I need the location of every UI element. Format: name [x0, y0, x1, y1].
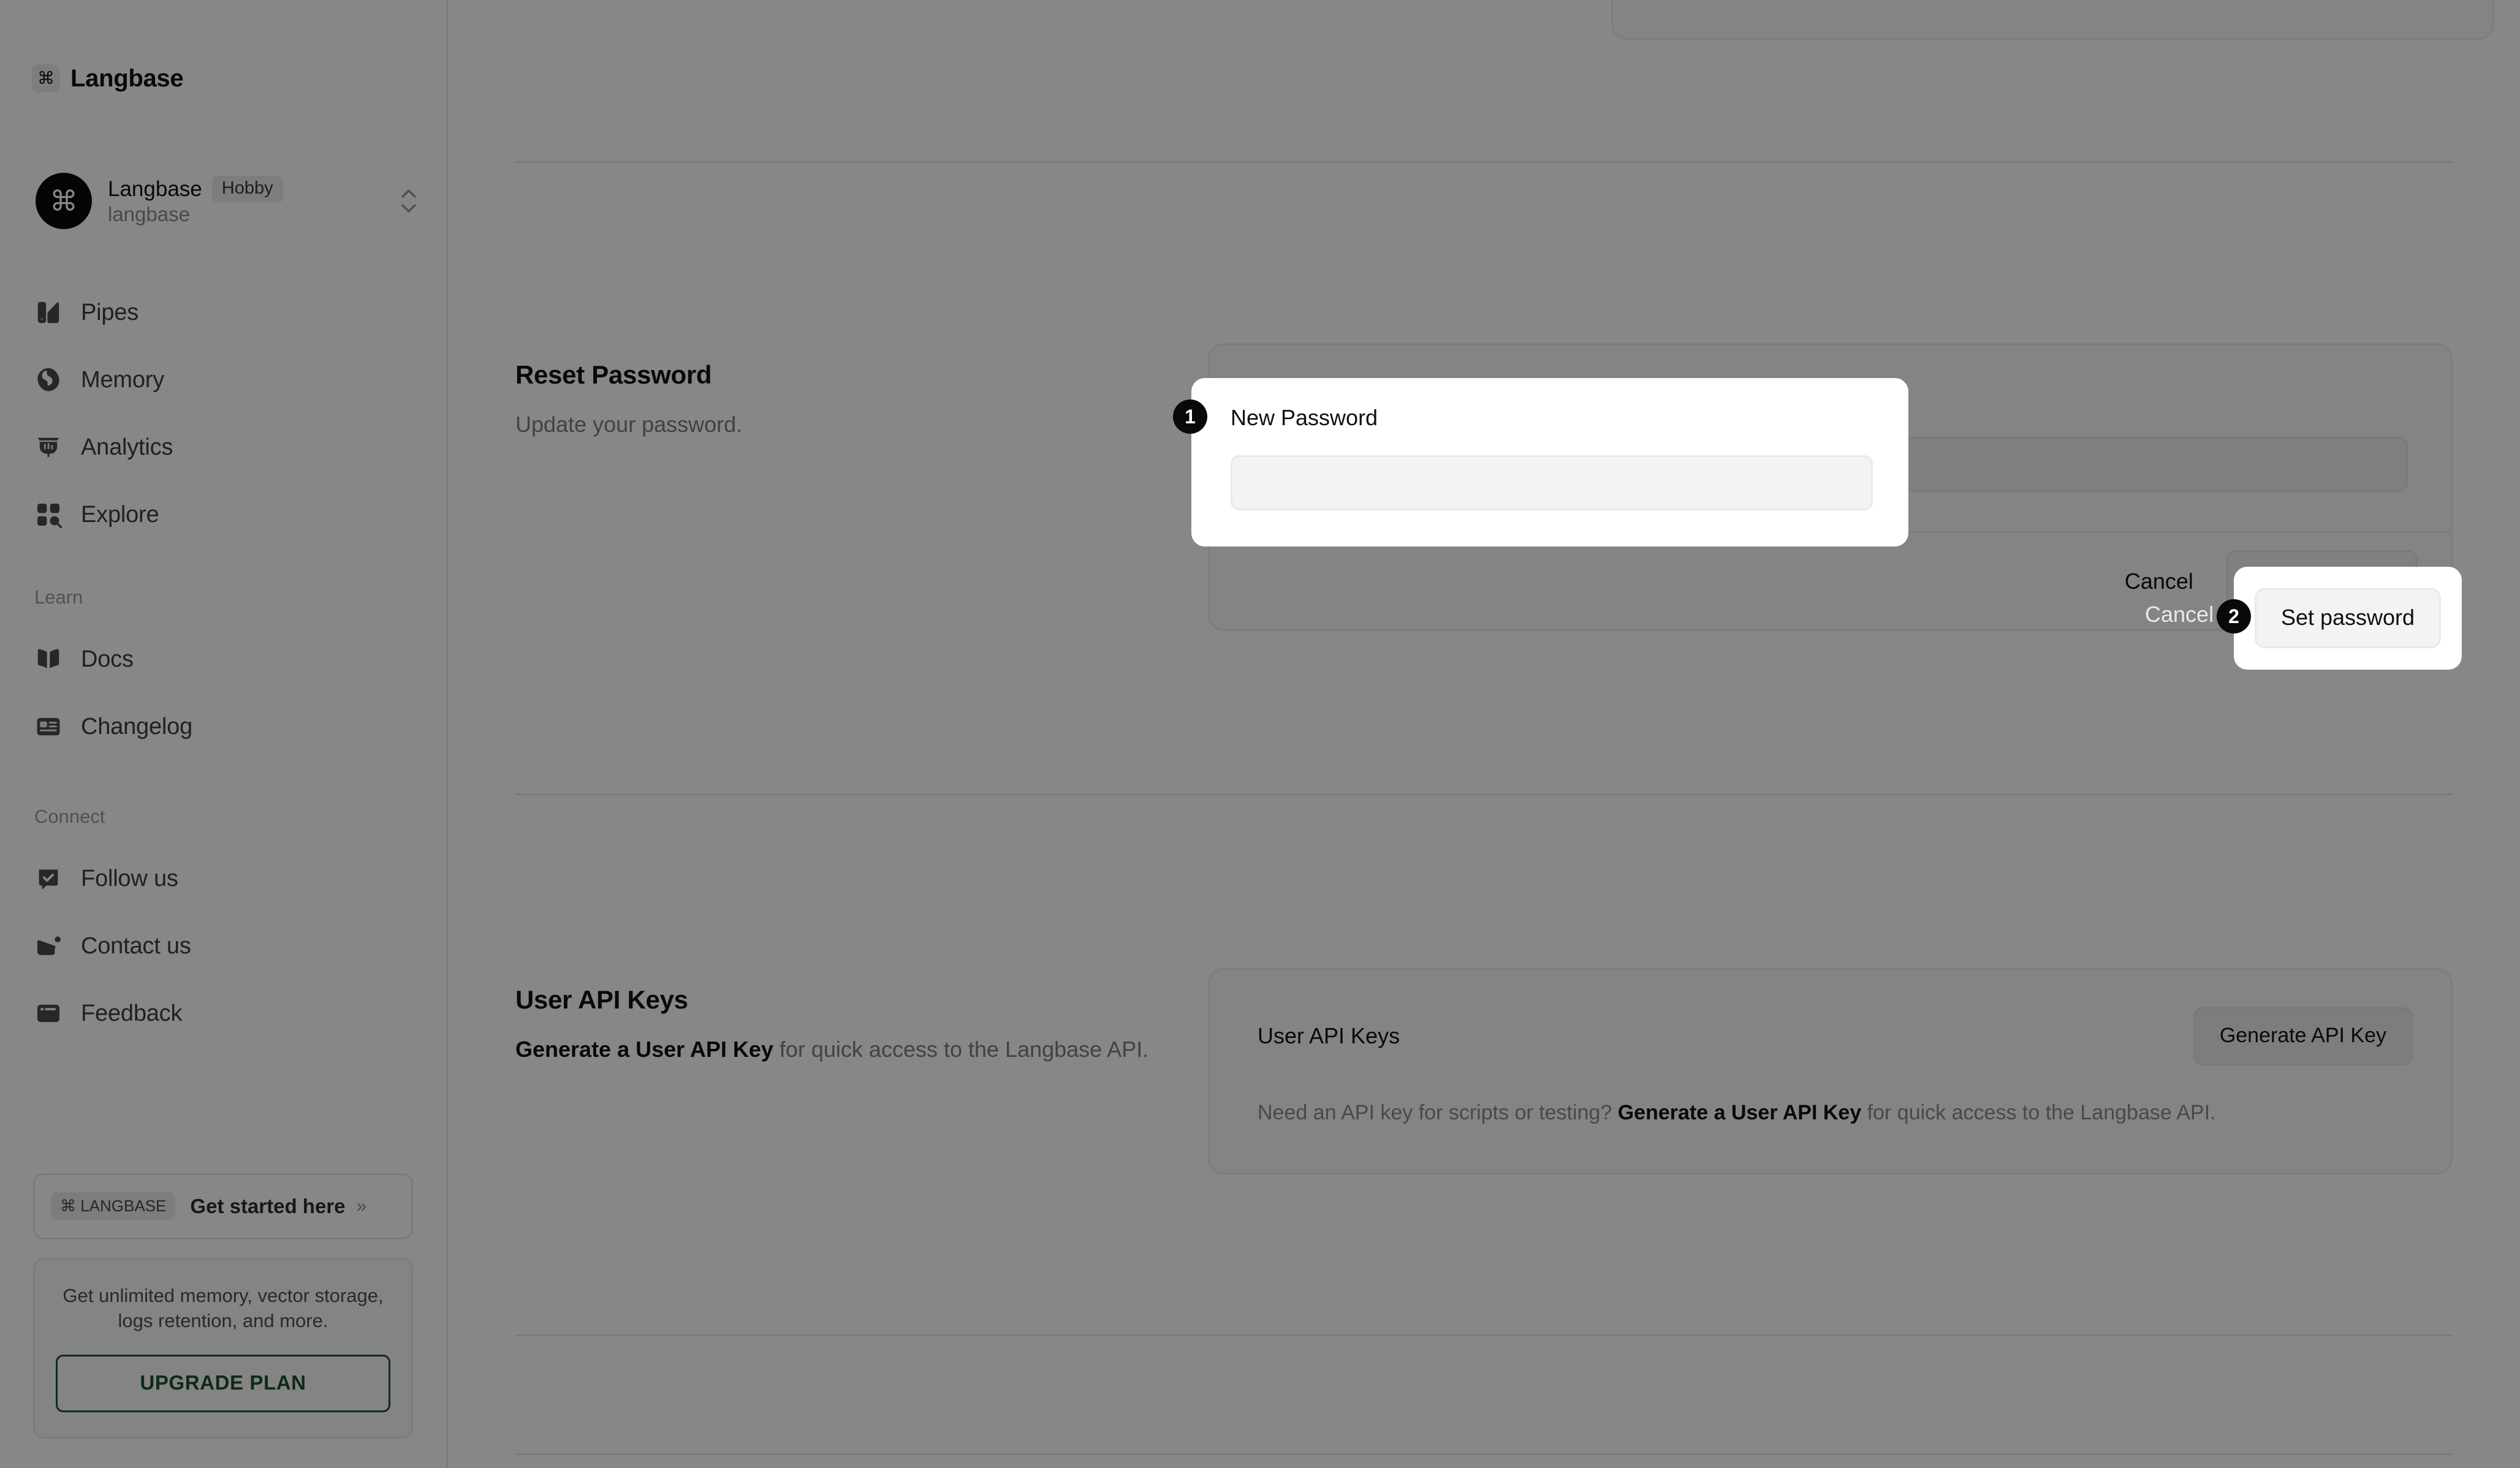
- sidebar-item-follow-us[interactable]: Follow us: [0, 845, 446, 912]
- note-prefix: Need an API key for scripts or testing?: [1258, 1101, 1618, 1124]
- sidebar-item-label: Explore: [81, 501, 159, 528]
- upgrade-card: Get unlimited memory, vector storage, lo…: [33, 1257, 413, 1439]
- sidebar-item-label: Feedback: [81, 1000, 183, 1026]
- sidebar-section-connect: Connect: [34, 806, 105, 827]
- brand-name: Langbase: [70, 64, 184, 92]
- sidebar-item-memory[interactable]: Memory: [0, 346, 446, 414]
- sidebar-item-label: Docs: [81, 646, 134, 672]
- section-divider: [515, 1334, 2453, 1336]
- sidebar-item-feedback[interactable]: Feedback: [0, 980, 446, 1047]
- sidebar-item-label: Changelog: [81, 713, 193, 740]
- user-api-keys-header: User API Keys Generate API Key: [1210, 970, 2451, 1068]
- user-api-keys-section: User API Keys Generate a User API Key fo…: [515, 968, 2453, 1175]
- sidebar-item-label: Pipes: [81, 299, 139, 325]
- avatar: ⌘: [36, 173, 92, 229]
- step-badge-2: 2: [2217, 599, 2251, 634]
- nav-primary: Pipes Memory Analytics Explore: [0, 279, 446, 548]
- reset-password-info: Reset Password Update your password.: [515, 343, 1208, 631]
- cancel-button[interactable]: Cancel: [2125, 569, 2193, 594]
- step-badge-1: 1: [1173, 399, 1207, 434]
- sidebar: ⌘ Langbase ⌘ Langbase Hobby langbase Pip…: [0, 0, 448, 1468]
- command-icon: ⌘: [32, 64, 60, 93]
- nav-learn: Docs Changelog: [0, 626, 446, 760]
- org-switcher[interactable]: ⌘ Langbase Hobby langbase: [0, 167, 446, 235]
- sidebar-item-pipes[interactable]: Pipes: [0, 279, 446, 346]
- main-content: Reset Password Update your password. New…: [448, 0, 2520, 1468]
- plan-badge: Hobby: [211, 176, 283, 203]
- user-api-keys-info: User API Keys Generate a User API Key fo…: [515, 968, 1208, 1175]
- brand[interactable]: ⌘ Langbase: [0, 60, 446, 97]
- sidebar-item-changelog[interactable]: Changelog: [0, 693, 446, 760]
- analytics-icon: [34, 433, 63, 461]
- highlight-set-password-button: Set password: [2234, 567, 2462, 670]
- org-name: Langbase: [108, 177, 202, 201]
- section-divider: [515, 793, 2453, 795]
- book-icon: [34, 645, 63, 673]
- user-api-keys-note: Need an API key for scripts or testing? …: [1210, 1068, 2451, 1173]
- sidebar-section-learn: Learn: [34, 586, 83, 608]
- sidebar-item-analytics[interactable]: Analytics: [0, 414, 446, 481]
- reset-password-description: Update your password.: [515, 412, 743, 437]
- section-divider: [515, 1453, 2453, 1455]
- sidebar-nav: Pipes Memory Analytics Explore Learn Doc…: [0, 279, 446, 1047]
- changelog-icon: [34, 713, 63, 741]
- panel-title: User API Keys: [1258, 1023, 1400, 1048]
- memory-icon: [34, 366, 63, 394]
- section-title: User API Keys: [515, 985, 688, 1014]
- get-started-card[interactable]: ⌘ LANGBASE Get started here »: [33, 1173, 413, 1239]
- sidebar-item-label: Contact us: [81, 933, 191, 959]
- org-text: Langbase Hobby langbase: [108, 176, 382, 225]
- sidebar-footer: ⌘ LANGBASE Get started here » Get unlimi…: [33, 1173, 413, 1439]
- sidebar-item-label: Memory: [81, 366, 165, 393]
- generate-api-key-button[interactable]: Generate API Key: [2193, 1007, 2413, 1065]
- langbase-tag: ⌘ LANGBASE: [51, 1192, 176, 1220]
- nav-connect: Follow us Contact us Feedback: [0, 845, 446, 1047]
- sidebar-item-contact-us[interactable]: Contact us: [0, 912, 446, 980]
- section-divider: [515, 161, 2453, 163]
- sidebar-item-docs[interactable]: Docs: [0, 626, 446, 693]
- page-title: Reset Password: [515, 360, 712, 389]
- sidebar-item-label: Analytics: [81, 434, 173, 460]
- new-password-input-highlight[interactable]: [1231, 455, 1873, 510]
- upgrade-copy: Get unlimited memory, vector storage, lo…: [63, 1284, 384, 1332]
- description-rest: for quick access to the Langbase API.: [773, 1037, 1149, 1062]
- chevron-up-down-icon[interactable]: [398, 184, 419, 218]
- explore-icon: [34, 501, 63, 529]
- sidebar-item-explore[interactable]: Explore: [0, 481, 446, 548]
- note-suffix: for quick access to the Langbase API.: [1861, 1101, 2216, 1124]
- app-root: ⌘ Langbase ⌘ Langbase Hobby langbase Pip…: [0, 0, 2520, 1468]
- badge-check-icon: [34, 865, 63, 893]
- user-api-keys-panel: User API Keys Generate API Key Need an A…: [1208, 968, 2453, 1175]
- description-strong: Generate a User API Key: [515, 1037, 773, 1062]
- user-api-keys-panel-wrap: User API Keys Generate API Key Need an A…: [1208, 968, 2453, 1175]
- upgrade-plan-button[interactable]: UPGRADE PLAN: [56, 1355, 390, 1412]
- pipes-icon: [34, 298, 63, 327]
- contact-icon: [34, 932, 63, 960]
- set-password-button-highlight[interactable]: Set password: [2254, 588, 2442, 648]
- sidebar-item-label: Follow us: [81, 865, 178, 891]
- note-strong: Generate a User API Key: [1617, 1101, 1862, 1124]
- previous-section-panel: [1611, 0, 2494, 40]
- feedback-icon: [34, 999, 63, 1027]
- cancel-button-ghost[interactable]: Cancel: [2145, 602, 2214, 627]
- chevron-right-icon: »: [356, 1195, 367, 1216]
- get-started-label: Get started here: [190, 1194, 346, 1217]
- org-handle: langbase: [108, 202, 190, 225]
- highlight-new-password-field: New Password: [1191, 378, 1908, 547]
- user-api-keys-description: Generate a User API Key for quick access…: [515, 1037, 1208, 1062]
- new-password-label-highlight: New Password: [1231, 405, 1378, 430]
